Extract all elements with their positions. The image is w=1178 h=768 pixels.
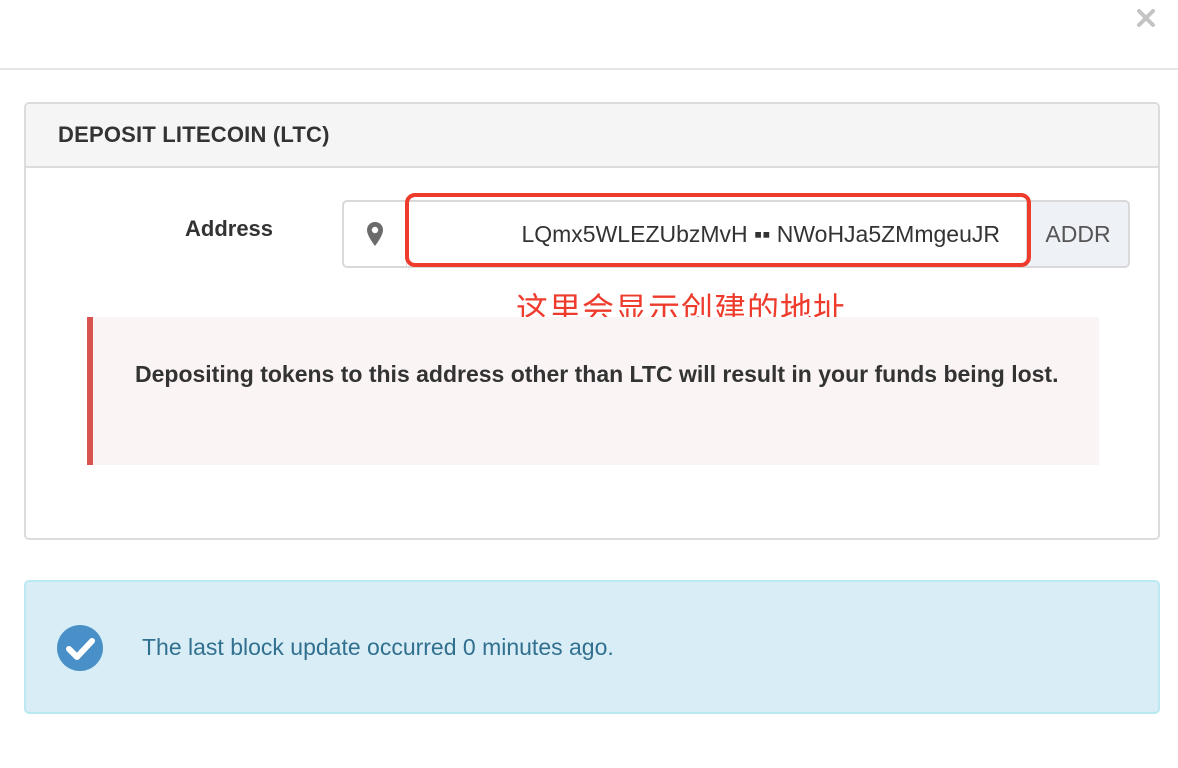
address-icon-addon	[342, 200, 406, 268]
panel-heading: DEPOSIT LITECOIN (LTC)	[26, 104, 1158, 168]
close-icon	[1137, 9, 1155, 27]
warning-text: Depositing tokens to this address other …	[135, 361, 1059, 387]
close-button[interactable]	[1134, 6, 1158, 30]
info-alert: The last block update occurred 0 minutes…	[24, 580, 1160, 714]
addr-button[interactable]: ADDR	[1028, 200, 1130, 268]
address-input-group: ADDR	[342, 200, 1130, 268]
warning-alert: Depositing tokens to this address other …	[87, 317, 1099, 465]
modal-header	[0, 0, 1178, 70]
info-text: The last block update occurred 0 minutes…	[142, 634, 614, 660]
map-marker-icon	[367, 222, 383, 246]
deposit-modal: DEPOSIT LITECOIN (LTC) Address ADDR 这里会显…	[0, 0, 1178, 768]
deposit-panel: DEPOSIT LITECOIN (LTC) Address ADDR 这里会显…	[24, 102, 1160, 540]
address-label: Address	[185, 216, 274, 241]
address-field[interactable]	[406, 200, 1028, 268]
check-circle-icon	[57, 625, 103, 671]
panel-title: DEPOSIT LITECOIN (LTC)	[58, 122, 330, 147]
